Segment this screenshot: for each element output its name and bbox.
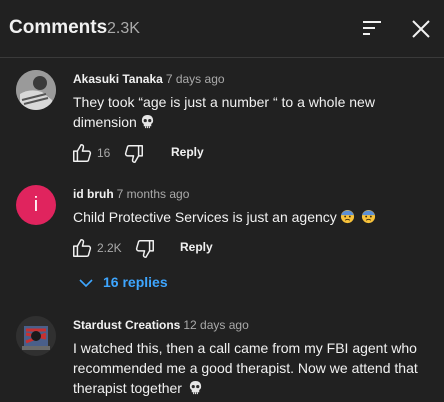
reply-button[interactable]: Reply	[180, 240, 213, 254]
anxious-face-icon	[340, 209, 355, 229]
dislike-icon[interactable]	[123, 143, 145, 165]
like-icon[interactable]	[71, 237, 93, 259]
comment-author[interactable]: id bruh	[73, 187, 114, 201]
anxious-face-icon	[361, 209, 376, 229]
avatar[interactable]	[16, 70, 56, 110]
comment-time[interactable]: 7 days ago	[166, 72, 225, 86]
like-count: 2.2K	[97, 241, 122, 255]
avatar[interactable]	[16, 316, 56, 356]
reply-button[interactable]: Reply	[171, 145, 204, 159]
replies-label: 16 replies	[103, 274, 168, 290]
dislike-icon[interactable]	[134, 238, 156, 260]
skull-icon	[188, 380, 203, 400]
comments-title: Comments	[9, 17, 108, 38]
like-icon[interactable]	[71, 142, 93, 164]
skull-icon	[140, 114, 155, 134]
avatar-letter: i	[33, 194, 39, 216]
chevron-down-icon	[78, 275, 94, 296]
comment-time[interactable]: 12 days ago	[183, 318, 248, 332]
comment-text: I watched this, then a call came from my…	[73, 338, 433, 400]
avatar[interactable]: i	[16, 185, 56, 225]
comments-count: 2.3K	[107, 20, 140, 37]
close-icon[interactable]	[410, 18, 432, 40]
comment-text: They took “age is just a number “ to a w…	[73, 92, 433, 134]
comment-time[interactable]: 7 months ago	[117, 187, 190, 201]
like-count: 16	[97, 146, 111, 160]
sort-icon[interactable]	[362, 18, 384, 38]
comments-header: Comments 2.3K	[0, 0, 444, 58]
comment-text: Child Protective Services is just an age…	[73, 207, 433, 229]
comment-author[interactable]: Akasuki Tanaka	[73, 72, 163, 86]
comment-author[interactable]: Stardust Creations	[73, 318, 180, 332]
